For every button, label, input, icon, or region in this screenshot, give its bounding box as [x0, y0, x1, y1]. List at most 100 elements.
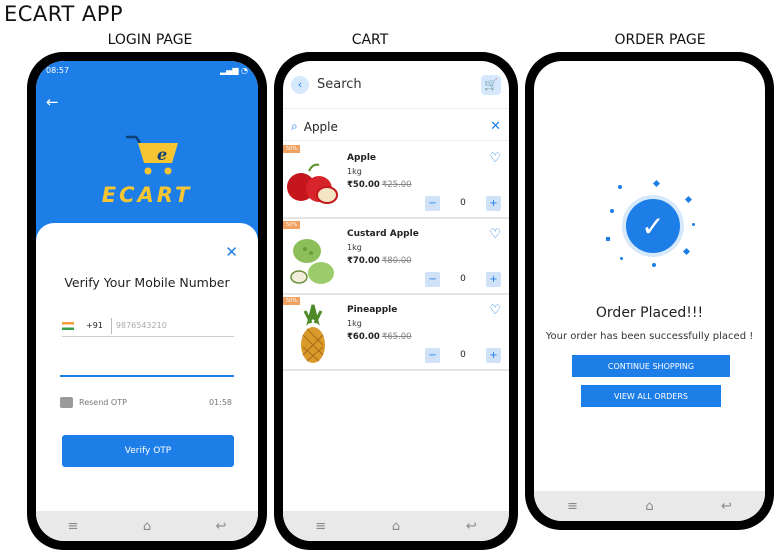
home-icon[interactable]: ⌂ — [376, 519, 416, 534]
otp-digit-6[interactable] — [205, 375, 234, 377]
old-price: ₹25.00 — [381, 180, 412, 190]
field-divider — [110, 317, 112, 334]
otp-digit-1[interactable] — [60, 375, 89, 377]
android-navbar: ≡ ⌂ ↩ — [36, 511, 258, 541]
home-icon[interactable]: ⌂ — [127, 519, 167, 534]
india-flag-icon — [62, 321, 74, 330]
quantity-stepper[interactable]: − 0 + — [425, 347, 501, 363]
current-price: ₹50.00 — [347, 180, 380, 190]
current-price: ₹70.00 — [347, 256, 380, 266]
heart-icon[interactable]: ♡ — [489, 227, 501, 242]
old-price: ₹65.00 — [381, 332, 412, 342]
search-bar[interactable]: ⌕ Apple ✕ — [283, 113, 509, 141]
status-time: 08:57 — [46, 65, 70, 75]
view-all-orders-button[interactable]: VIEW ALL ORDERS — [581, 385, 721, 407]
discount-badge: 50% — [283, 221, 301, 229]
order-phone: ✓ Order Placed!!! Your order has been su… — [525, 52, 774, 530]
search-input[interactable]: Apple — [304, 120, 490, 134]
login-phone: 08:57 ▂▄▆ ◔ ← e ECART ✕ Verify Your Mobi… — [27, 52, 267, 550]
heart-icon[interactable]: ♡ — [489, 303, 501, 318]
order-subtitle: Your order has been successfully placed … — [545, 331, 754, 342]
order-title: Order Placed!!! — [595, 305, 704, 321]
confetti-dot — [620, 257, 623, 260]
cart-icon[interactable]: 🛒 — [481, 74, 501, 95]
confetti-dot — [684, 195, 693, 204]
cart-label: CART — [351, 32, 389, 48]
otp-timer: 01:58 — [208, 398, 232, 407]
menu-icon[interactable]: ≡ — [553, 499, 593, 514]
product-price: ₹60.00 ₹65.00 — [347, 332, 412, 342]
home-icon[interactable]: ⌂ — [630, 499, 670, 514]
back-icon[interactable]: ↩ — [707, 499, 747, 514]
confetti-dot — [682, 247, 691, 256]
heart-icon[interactable]: ♡ — [489, 151, 501, 166]
cart-phone: ‹ Search 🛒 ⌕ Apple ✕ 50% Apple 1kg ₹50.0… — [274, 52, 518, 550]
cart-header: ‹ Search 🛒 — [283, 61, 509, 109]
old-price: ₹80.00 — [381, 256, 412, 266]
otp-digit-4[interactable] — [147, 375, 176, 377]
otp-digit-2[interactable] — [89, 375, 118, 377]
discount-badge: 50% — [283, 297, 301, 305]
confetti-dot — [610, 209, 614, 213]
resend-label: Resend OTP — [79, 398, 127, 407]
product-qty: 1kg — [347, 243, 362, 252]
increment-button[interactable]: + — [485, 347, 501, 363]
continue-shopping-button[interactable]: CONTINUE SHOPPING — [572, 355, 730, 377]
close-icon[interactable]: ✕ — [225, 243, 238, 261]
verify-card: ✕ Verify Your Mobile Number +91 98765432… — [36, 223, 258, 511]
confetti-dot — [606, 237, 610, 241]
clear-icon[interactable]: ✕ — [490, 119, 501, 134]
confetti-dot — [652, 263, 656, 267]
product-price: ₹70.00 ₹80.00 — [347, 256, 412, 266]
otp-digit-5[interactable] — [176, 375, 205, 377]
product-name: Apple — [347, 153, 377, 163]
android-navbar: ≡ ⌂ ↩ — [283, 511, 509, 541]
product-qty: 1kg — [347, 167, 362, 176]
android-navbar: ≡ ⌂ ↩ — [534, 491, 765, 521]
product-name: Pineapple — [347, 305, 398, 315]
back-icon[interactable]: ↩ — [201, 519, 241, 534]
back-arrow-icon[interactable]: ← — [46, 93, 59, 111]
product-card[interactable]: 50% Pineapple 1kg ₹60.00 ₹65.00 ♡ − 0 + — [283, 297, 509, 371]
country-code[interactable]: +91 — [86, 321, 103, 330]
confetti-dot — [652, 179, 661, 188]
increment-button[interactable]: + — [485, 195, 501, 211]
discount-badge: 50% — [283, 145, 301, 153]
header-title: Search — [317, 77, 362, 92]
product-card[interactable]: 50% Custard Apple 1kg ₹70.00 ₹80.00 ♡ − 0… — [283, 221, 509, 295]
back-icon[interactable]: ↩ — [451, 519, 491, 534]
quantity-count: 0 — [460, 350, 466, 360]
menu-icon[interactable]: ≡ — [53, 519, 93, 534]
product-name: Custard Apple — [347, 229, 419, 239]
otp-digit-3[interactable] — [118, 375, 147, 377]
decrement-button[interactable]: − — [425, 271, 440, 287]
resend-otp-link[interactable]: Resend OTP — [60, 397, 127, 408]
resend-row: Resend OTP 01:58 — [60, 397, 232, 408]
apple-image — [287, 163, 338, 204]
increment-button[interactable]: + — [485, 271, 501, 287]
phone-input[interactable]: 9876543210 — [116, 321, 167, 330]
phone-field[interactable]: +91 9876543210 — [62, 315, 234, 337]
quantity-stepper[interactable]: − 0 + — [425, 195, 501, 211]
verify-title: Verify Your Mobile Number — [64, 275, 230, 290]
login-page-label: LOGIN PAGE — [107, 32, 193, 48]
verify-otp-button[interactable]: Verify OTP — [62, 435, 234, 467]
decrement-button[interactable]: − — [425, 195, 440, 211]
app-title: ECART APP — [4, 2, 124, 26]
pineapple-image — [301, 304, 325, 363]
cart-logo-icon: e — [126, 135, 178, 175]
confetti-dot — [692, 223, 695, 226]
search-icon: ⌕ — [291, 119, 298, 133]
menu-icon[interactable]: ≡ — [301, 519, 341, 534]
order-page-label: ORDER PAGE — [614, 32, 706, 48]
current-price: ₹60.00 — [347, 332, 380, 342]
status-bar: 08:57 ▂▄▆ ◔ — [36, 61, 258, 79]
quantity-stepper[interactable]: − 0 + — [425, 271, 501, 287]
product-card[interactable]: 50% Apple 1kg ₹50.00 ₹25.00 ♡ − 0 + — [283, 145, 509, 219]
decrement-button[interactable]: − — [425, 347, 440, 363]
product-price: ₹50.00 ₹25.00 — [347, 180, 412, 190]
svg-text:e: e — [157, 145, 167, 164]
back-button-icon[interactable]: ‹ — [291, 75, 309, 94]
otp-input[interactable] — [60, 375, 234, 377]
custard-apple-image — [290, 239, 334, 284]
